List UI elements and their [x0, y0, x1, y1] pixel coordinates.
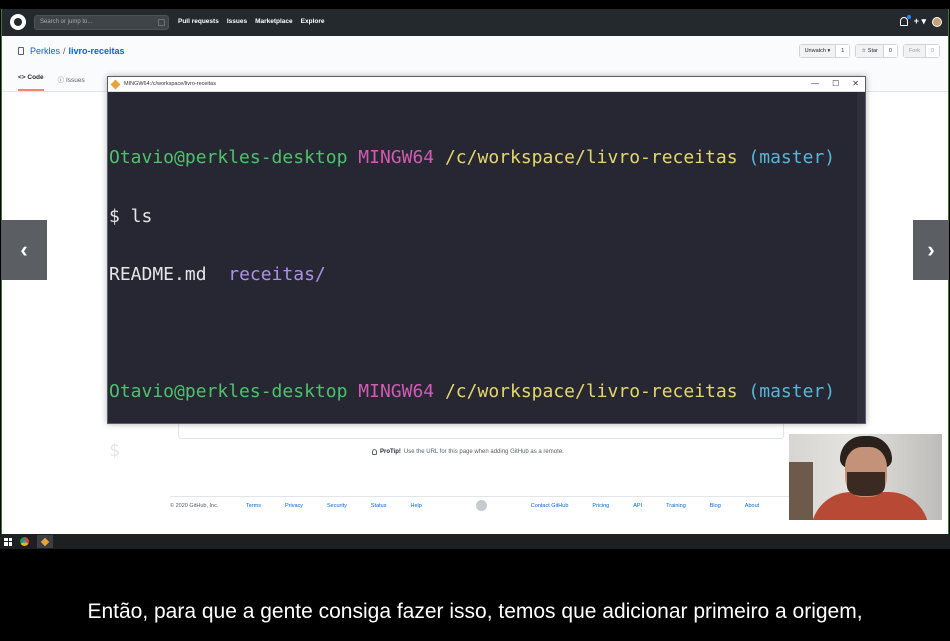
terminal-titlebar[interactable]: MINGW64:/c/workspace/livro-receitas — ☐ … [108, 77, 865, 92]
chevron-left-icon: ‹ [20, 237, 28, 262]
prompt-path: /c/workspace/livro-receitas [444, 381, 738, 402]
git-bash-taskbar-icon[interactable] [37, 535, 53, 548]
github-footer-logo-icon[interactable] [475, 500, 487, 511]
create-new-button[interactable]: + ▾ [914, 16, 926, 27]
presenter-beard [847, 472, 885, 496]
slash-key-icon [158, 19, 165, 26]
prompt-env: MINGW64 [358, 381, 435, 402]
footer-copyright: © 2020 GitHub, Inc. [170, 502, 219, 509]
star-label: ☆ Star [856, 45, 884, 57]
footer-link-blog[interactable]: Blog [710, 503, 721, 509]
previous-slide-button[interactable]: ‹ [1, 220, 47, 280]
nav-explore[interactable]: Explore [301, 18, 325, 25]
chevron-right-icon: › [927, 237, 935, 262]
window-controls: — ☐ ✕ [811, 79, 859, 88]
terminal-window[interactable]: MINGW64:/c/workspace/livro-receitas — ☐ … [107, 76, 866, 460]
output-dir: receitas/ [228, 264, 326, 285]
taskbar [0, 534, 950, 549]
prompt-user: Otavio@perkles-desktop [109, 147, 348, 168]
webcam-furniture [789, 462, 813, 520]
prompt-branch: (master) [748, 381, 836, 402]
terminal-scrollbar[interactable] [857, 92, 865, 423]
repo-owner-link[interactable]: Perkles [30, 46, 60, 56]
nav-marketplace[interactable]: Marketplace [255, 18, 293, 25]
video-subtitle: Então, para que a gente consiga fazer is… [87, 600, 863, 623]
tab-issues[interactable]: ⓘ Issues [58, 74, 85, 91]
nav-issues[interactable]: Issues [227, 18, 247, 25]
search-placeholder: Search or jump to... [40, 19, 93, 25]
fork-button[interactable]: Fork 0 [902, 44, 940, 58]
star-count: 0 [883, 45, 897, 57]
repo-title: Perkles / livro-receitas [18, 46, 125, 56]
cursor-line: $ [109, 439, 120, 461]
prompt-env: MINGW64 [358, 147, 435, 168]
github-header: Search or jump to... Pull requests Issue… [2, 9, 948, 36]
bell-icon[interactable] [899, 15, 911, 26]
footer-link-about[interactable]: About [745, 503, 759, 509]
repo-separator: / [63, 46, 66, 56]
github-logo-icon[interactable] [10, 14, 26, 30]
unwatch-label: Unwatch ▾ [799, 45, 837, 57]
prompt-branch: (master) [748, 147, 836, 168]
header-nav: Pull requests Issues Marketplace Explore [178, 18, 325, 25]
prompt-line-1: Otavio@perkles-desktop MINGW64 /c/worksp… [109, 148, 865, 168]
footer-link-help[interactable]: Help [410, 503, 421, 509]
unwatch-button[interactable]: Unwatch ▾ 1 [798, 44, 851, 58]
fork-label: Fork [903, 45, 926, 57]
repo-tabs: <> Code ⓘ Issues [18, 74, 85, 91]
maximize-button[interactable]: ☐ [832, 79, 839, 88]
close-button[interactable]: ✕ [852, 79, 859, 88]
terminal-title: MINGW64:/c/workspace/livro-receitas [124, 81, 216, 87]
unwatch-count: 1 [836, 45, 850, 57]
output-file: README.md [109, 264, 207, 285]
webcam-overlay [789, 434, 942, 520]
chrome-icon[interactable] [20, 537, 29, 546]
header-right: + ▾ [899, 15, 942, 27]
next-slide-button[interactable]: › [913, 220, 949, 280]
prompt-path: /c/workspace/livro-receitas [444, 147, 738, 168]
footer-link-security[interactable]: Security [327, 503, 347, 509]
footer-link-privacy[interactable]: Privacy [285, 503, 303, 509]
footer-link-training[interactable]: Training [666, 503, 686, 509]
footer-link-contact[interactable]: Contact GitHub [531, 503, 569, 509]
footer-link-terms[interactable]: Terms [246, 503, 261, 509]
prompt-user: Otavio@perkles-desktop [109, 381, 348, 402]
search-input[interactable]: Search or jump to... [34, 15, 169, 30]
git-bash-icon [110, 79, 121, 90]
nav-pull-requests[interactable]: Pull requests [178, 18, 219, 25]
footer-link-pricing[interactable]: Pricing [592, 503, 609, 509]
star-button[interactable]: ☆ Star 0 [855, 44, 898, 58]
command-line: $ ls [109, 205, 153, 227]
prompt-line-2: Otavio@perkles-desktop MINGW64 /c/worksp… [109, 382, 865, 402]
footer-link-api[interactable]: API [633, 503, 642, 509]
avatar[interactable] [932, 16, 942, 27]
footer-link-status[interactable]: Status [371, 503, 387, 509]
repo-name-link[interactable]: livro-receitas [69, 46, 125, 56]
tab-code[interactable]: <> Code [18, 74, 44, 91]
windows-start-icon[interactable] [4, 537, 12, 546]
fork-count: 0 [925, 45, 939, 57]
repo-icon [18, 47, 24, 55]
screen: Search or jump to... Pull requests Issue… [0, 0, 950, 641]
ls-output: README.md receitas/ [109, 265, 865, 285]
terminal-output[interactable]: Otavio@perkles-desktop MINGW64 /c/worksp… [108, 109, 865, 499]
minimize-button[interactable]: — [811, 79, 819, 88]
repo-actions: Unwatch ▾ 1 ☆ Star 0 Fork 0 [798, 44, 940, 58]
